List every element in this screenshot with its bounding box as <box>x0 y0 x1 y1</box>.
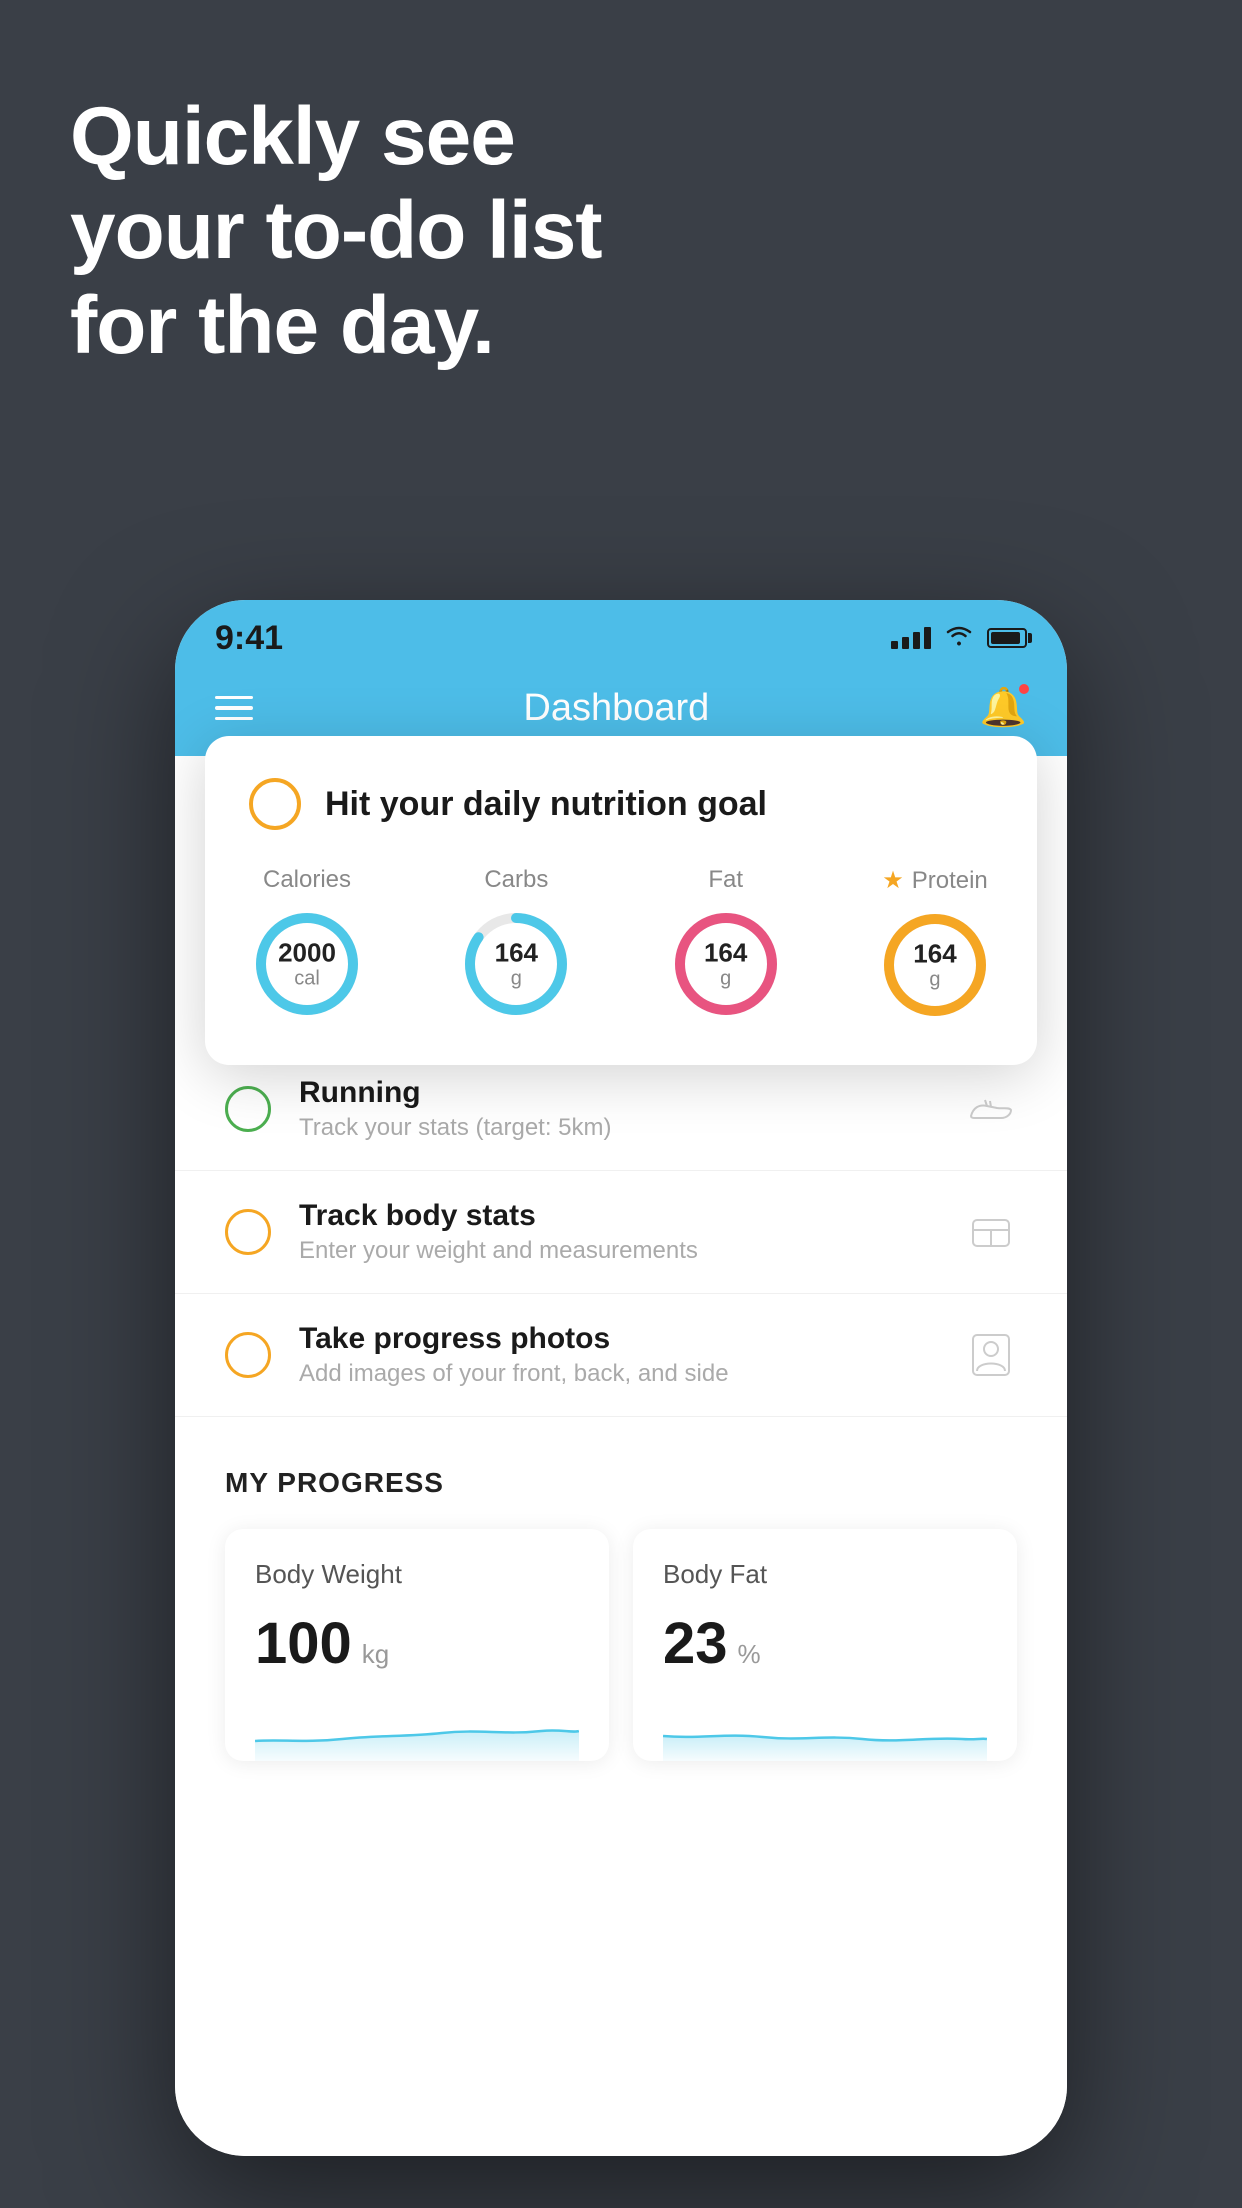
content-area: THINGS TO DO TODAY Hit your daily nutrit… <box>175 756 1067 2156</box>
hero-line3: for the day. <box>70 279 602 373</box>
notification-badge <box>1017 682 1031 696</box>
protein-donut: 164 g <box>877 907 993 1023</box>
protein-value: 164 g <box>913 940 956 991</box>
progress-grid: Body Weight 100 kg <box>225 1529 1017 1761</box>
photos-subtitle: Add images of your front, back, and side <box>299 1360 937 1388</box>
body-fat-card[interactable]: Body Fat 23 % <box>633 1529 1017 1761</box>
status-bar: 9:41 <box>175 600 1067 668</box>
signal-icon <box>891 627 931 649</box>
photos-title: Take progress photos <box>299 1322 937 1356</box>
body-weight-card-title: Body Weight <box>255 1559 579 1590</box>
todo-item-body-stats[interactable]: Track body stats Enter your weight and m… <box>175 1171 1067 1294</box>
hero-line1: Quickly see <box>70 90 602 184</box>
phone-shell: 9:41 Dashboard 🔔 <box>175 600 1067 2156</box>
body-weight-card[interactable]: Body Weight 100 kg <box>225 1529 609 1761</box>
nutrition-fat: Fat 164 g <box>668 866 784 1022</box>
todo-circle-running <box>225 1086 271 1132</box>
nav-title: Dashboard <box>523 687 709 730</box>
battery-icon <box>987 628 1027 648</box>
body-fat-value: 23 <box>663 1610 728 1677</box>
body-fat-unit: % <box>738 1639 761 1670</box>
body-weight-value-row: 100 kg <box>255 1610 579 1677</box>
menu-button[interactable] <box>215 696 253 721</box>
star-icon: ★ <box>882 866 904 895</box>
scale-icon <box>965 1206 1017 1258</box>
protein-label: ★ Protein <box>882 866 988 895</box>
todo-circle-photos <box>225 1332 271 1378</box>
shoe-icon <box>965 1083 1017 1135</box>
fat-donut: 164 g <box>668 906 784 1022</box>
hero-line2: your to-do list <box>70 184 602 278</box>
calories-label: Calories <box>263 866 351 894</box>
todo-text-running: Running Track your stats (target: 5km) <box>299 1076 937 1142</box>
body-weight-unit: kg <box>362 1639 389 1670</box>
portrait-icon <box>965 1329 1017 1381</box>
todo-text-body-stats: Track body stats Enter your weight and m… <box>299 1199 937 1265</box>
body-weight-sparkline <box>255 1701 579 1761</box>
nutrition-card-title: Hit your daily nutrition goal <box>325 785 767 824</box>
card-header: Hit your daily nutrition goal <box>249 778 993 830</box>
todo-circle-body-stats <box>225 1209 271 1255</box>
status-icons <box>891 624 1027 652</box>
todo-item-photos[interactable]: Take progress photos Add images of your … <box>175 1294 1067 1417</box>
fat-value: 164 g <box>704 939 747 990</box>
nutrition-calories: Calories 2000 cal <box>249 866 365 1022</box>
status-time: 9:41 <box>215 619 283 658</box>
body-weight-value: 100 <box>255 1610 352 1677</box>
body-fat-card-title: Body Fat <box>663 1559 987 1590</box>
nutrition-card: Hit your daily nutrition goal Calories 2… <box>205 736 1037 1065</box>
todo-item-running[interactable]: Running Track your stats (target: 5km) <box>175 1048 1067 1171</box>
carbs-label: Carbs <box>484 866 548 894</box>
calories-donut: 2000 cal <box>249 906 365 1022</box>
nutrition-grid: Calories 2000 cal Carbs <box>249 866 993 1023</box>
running-title: Running <box>299 1076 937 1110</box>
body-fat-sparkline <box>663 1701 987 1761</box>
running-subtitle: Track your stats (target: 5km) <box>299 1114 937 1142</box>
body-stats-subtitle: Enter your weight and measurements <box>299 1237 937 1265</box>
progress-title: MY PROGRESS <box>225 1467 1017 1499</box>
carbs-donut: 164 g <box>458 906 574 1022</box>
task-circle-nutrition[interactable] <box>249 778 301 830</box>
hero-text: Quickly see your to-do list for the day. <box>70 90 602 373</box>
wifi-icon <box>945 624 973 652</box>
notification-button[interactable]: 🔔 <box>980 686 1027 730</box>
nutrition-protein: ★ Protein 164 g <box>877 866 993 1023</box>
body-fat-value-row: 23 % <box>663 1610 987 1677</box>
todo-text-photos: Take progress photos Add images of your … <box>299 1322 937 1388</box>
nutrition-carbs: Carbs 164 g <box>458 866 574 1022</box>
progress-section: MY PROGRESS Body Weight 100 kg <box>175 1417 1067 1791</box>
body-stats-title: Track body stats <box>299 1199 937 1233</box>
fat-label: Fat <box>708 866 743 894</box>
carbs-value: 164 g <box>495 939 538 990</box>
calories-value: 2000 cal <box>278 939 336 990</box>
